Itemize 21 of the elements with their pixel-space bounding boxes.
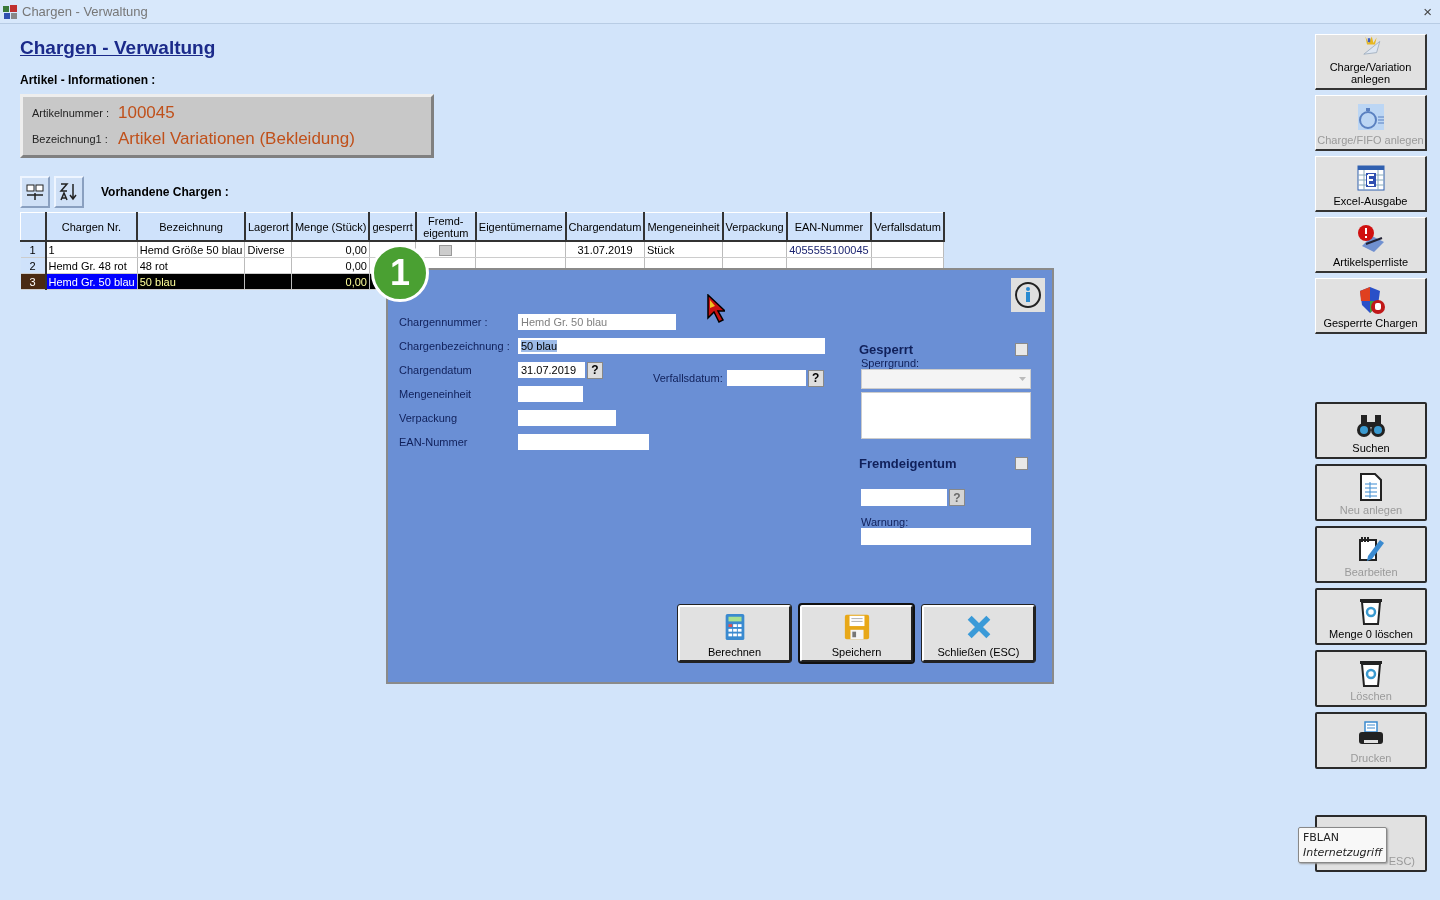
field-value: Artikel Variationen (Bekleidung) bbox=[118, 129, 355, 149]
page-heading: Chargen - Verwaltung bbox=[20, 37, 216, 59]
field-label: Verpackung bbox=[399, 412, 459, 424]
field-label: Warnung: bbox=[861, 516, 910, 528]
section-title: Fremdeigentum bbox=[859, 456, 957, 471]
field-label: Mengeneinheit bbox=[399, 388, 473, 400]
field-label: Chargenbezeichnung : bbox=[399, 340, 511, 352]
field-value: 100045 bbox=[118, 103, 175, 123]
window-title: Chargen - Verwaltung bbox=[22, 4, 149, 19]
field-label: EAN-Nummer bbox=[399, 436, 469, 448]
field-label: Bezeichnung1 : bbox=[32, 133, 109, 145]
tooltip-title: FBLAN bbox=[1303, 830, 1340, 845]
field-label: Verfallsdatum: bbox=[653, 372, 723, 384]
section-title: Gesperrt bbox=[859, 342, 914, 357]
section-title: Vorhandene Chargen : bbox=[101, 185, 229, 199]
field-label: Artikelnummer : bbox=[32, 107, 111, 119]
tooltip-text: Internetzugriff bbox=[1303, 845, 1383, 860]
field-label: Sperrgrund: bbox=[861, 357, 921, 369]
section-title: Artikel - Informationen : bbox=[20, 73, 156, 87]
field-label: Chargendatum bbox=[399, 364, 473, 376]
field-label: Chargennummer : bbox=[399, 316, 489, 328]
